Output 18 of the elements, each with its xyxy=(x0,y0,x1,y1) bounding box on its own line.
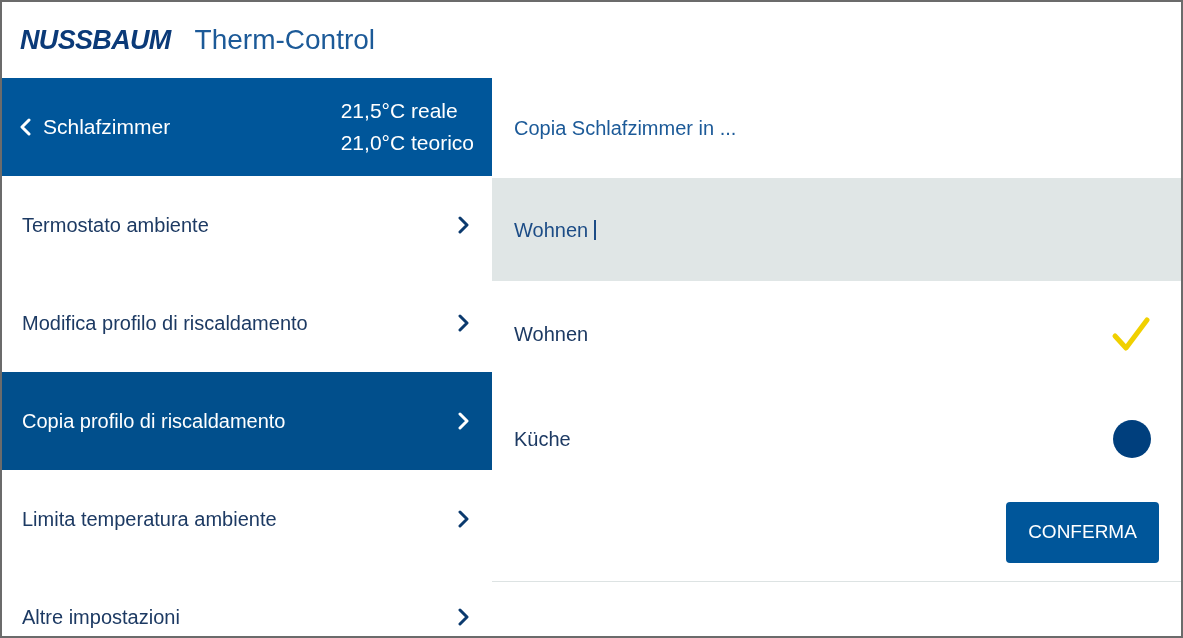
chevron-right-icon xyxy=(458,608,470,626)
chevron-right-icon xyxy=(458,216,470,234)
chevron-left-icon xyxy=(20,118,31,136)
chevron-right-icon xyxy=(458,314,470,332)
target-temperature: 21,0°C teorico xyxy=(340,130,474,156)
copy-title: Copia Schlafzimmer in ... xyxy=(514,116,737,141)
app-title: Therm-Control xyxy=(194,23,376,57)
chevron-right-icon xyxy=(458,412,470,430)
menu-item[interactable]: Copia profilo di riscaldamento xyxy=(2,372,492,470)
back-button[interactable]: Schlafzimmer xyxy=(20,111,171,143)
room-option[interactable]: Wohnen xyxy=(492,281,1181,386)
confirm-button[interactable]: CONFERMA xyxy=(1006,502,1159,563)
brand-logo: NUSSBAUM xyxy=(20,23,171,57)
chevron-right-icon xyxy=(458,510,470,528)
text-cursor xyxy=(594,219,597,240)
actual-temperature: 21,5°C reale xyxy=(340,98,458,124)
room-option[interactable]: Küche xyxy=(492,386,1181,491)
room-filter-field[interactable]: Wohnen xyxy=(492,178,1181,281)
